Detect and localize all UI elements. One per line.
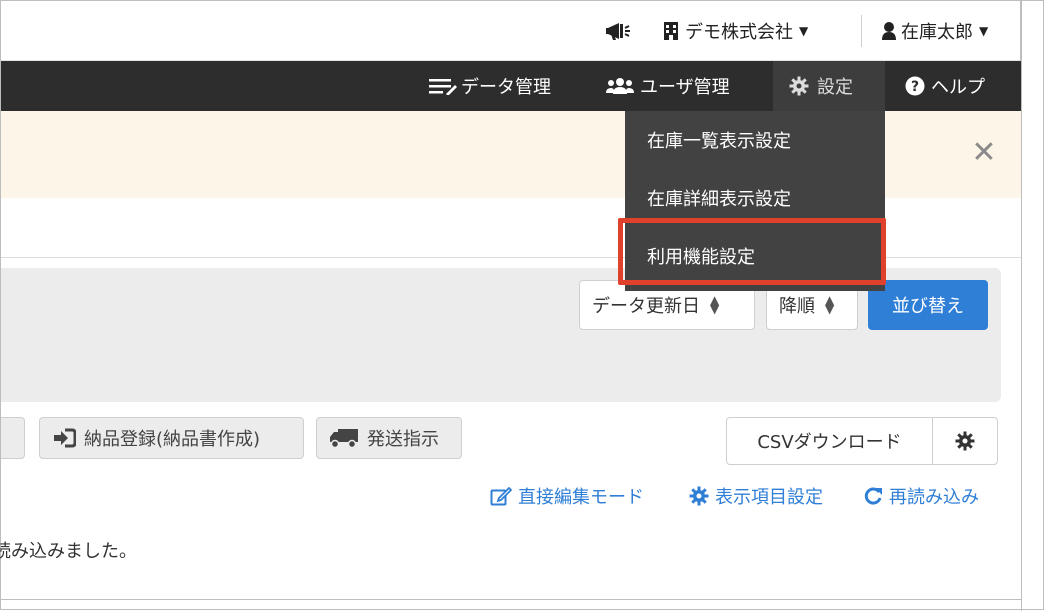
company-name: デモ株式会社 [685,22,793,43]
user-name: 在庫太郎 [901,22,973,43]
close-icon[interactable]: ✕ [969,135,999,170]
help-icon: ? [905,76,925,96]
refresh-icon [863,486,883,506]
user-icon [881,21,897,41]
delivery-register-label: 納品登録(納品書作成) [84,429,261,450]
company-switcher[interactable]: デモ株式会社 ▼ [663,1,808,61]
shipping-button[interactable]: 発送指示 [316,417,462,459]
caret-down-icon: ▼ [979,24,989,38]
sign-in-icon [52,428,76,448]
sort-button[interactable]: 並び替え [868,280,988,330]
gear-icon [789,76,809,96]
users-icon [606,77,634,95]
shipping-label: 発送指示 [367,429,439,450]
highlight-annotation [618,218,886,285]
nav-label: データ管理 [461,77,551,98]
display-columns-label: 表示項目設定 [715,487,823,508]
megaphone-icon[interactable] [605,1,631,61]
bottom-border [1,599,1021,600]
top-utility-bar: デモ株式会社 ▼ 在庫太郎 ▼ [1,1,1021,61]
nav-label: ユーザ管理 [640,77,730,98]
building-icon [663,21,679,41]
topbar-divider [861,15,862,47]
user-menu[interactable]: 在庫太郎 ▼ [881,1,988,61]
nav-label: 設定 [817,77,853,98]
direct-edit-label: 直接編集モード [518,487,644,508]
data-list-icon [429,77,457,95]
menu-item-inventory-list-settings[interactable]: 在庫一覧表示設定 [625,111,885,169]
reload-link[interactable]: 再読み込み [863,481,979,511]
delivery-register-button[interactable]: 納品登録(納品書作成) [39,417,304,459]
sort-arrows-icon: ▲ ▼ [710,293,720,316]
csv-download-button[interactable]: CSVダウンロード [727,418,933,464]
partial-button[interactable] [1,417,25,459]
truck-icon [329,427,359,449]
status-message: 読み込みました。 [0,541,137,562]
nav-data-management[interactable]: データ管理 [419,61,561,111]
edit-icon [490,486,512,506]
csv-download-group: CSVダウンロード [726,417,998,465]
app-window: デモ株式会社 ▼ 在庫太郎 ▼ データ管理 ユーザ管理 設定 ? ヘルプ ✕ デ… [0,0,1044,611]
sort-field-value: データ更新日 [592,296,700,317]
direct-edit-link[interactable]: 直接編集モード [490,481,644,511]
csv-settings-button[interactable] [933,418,997,464]
nav-label: ヘルプ [931,77,985,98]
window-right-edge [1021,1,1022,611]
main-navbar: データ管理 ユーザ管理 設定 ? ヘルプ [1,61,1021,111]
nav-settings[interactable]: 設定 [773,61,885,111]
nav-help[interactable]: ? ヘルプ [895,61,995,111]
reload-label: 再読み込み [889,487,979,508]
sort-order-value: 降順 [779,296,815,317]
sort-arrows-icon: ▲ ▼ [825,293,835,316]
caret-down-icon: ▼ [799,24,809,38]
display-columns-link[interactable]: 表示項目設定 [689,481,823,511]
gear-icon [955,431,975,451]
nav-user-management[interactable]: ユーザ管理 [596,61,740,111]
svg-text:?: ? [911,79,919,95]
gear-icon [689,486,709,506]
